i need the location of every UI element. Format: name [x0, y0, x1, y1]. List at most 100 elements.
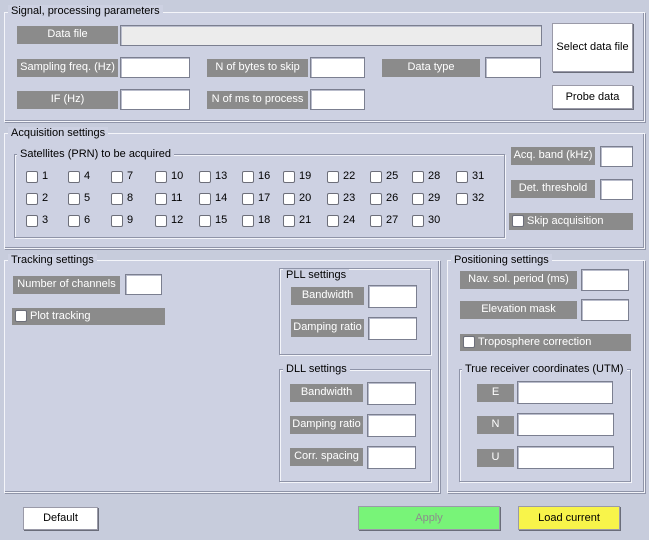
prn-checkbox[interactable]: [111, 215, 123, 227]
prn-checkbox[interactable]: [327, 171, 339, 183]
acquisition-panel-title: Acquisition settings: [8, 127, 109, 139]
probe-data-button[interactable]: Probe data: [552, 85, 633, 109]
prn-checkbox[interactable]: [26, 171, 38, 183]
elevation-mask-input[interactable]: [581, 299, 629, 321]
prn-label: 7: [127, 170, 134, 182]
ms-process-input[interactable]: [310, 89, 365, 110]
prn-label: 9: [127, 214, 134, 226]
prn-checkbox[interactable]: [412, 193, 424, 205]
default-button[interactable]: Default: [23, 507, 98, 530]
prn-checkbox[interactable]: [199, 215, 211, 227]
prn-label: 12: [171, 214, 184, 226]
pll-bandwidth-input[interactable]: [368, 285, 417, 308]
prn-checkbox[interactable]: [370, 193, 382, 205]
prn-label: 8: [127, 192, 134, 204]
prn-checkbox[interactable]: [111, 171, 123, 183]
channels-input[interactable]: [125, 274, 162, 295]
u-input[interactable]: [517, 446, 614, 469]
data-file-label: Data file: [17, 26, 118, 44]
prn-label: 10: [171, 170, 184, 182]
acq-band-input[interactable]: [600, 146, 633, 167]
select-data-file-button[interactable]: Select data file: [552, 23, 633, 72]
plot-tracking-label: Plot tracking: [30, 310, 91, 322]
pll-damping-label: Damping ratio: [291, 319, 364, 337]
prn-label: 25: [386, 170, 399, 182]
prn-label: 24: [343, 214, 356, 226]
troposphere-box[interactable]: [463, 336, 475, 348]
prn-label: 18: [258, 214, 271, 226]
dll-bandwidth-label: Bandwidth: [290, 384, 363, 402]
prn-checkbox[interactable]: [456, 193, 468, 205]
prn-checkbox[interactable]: [111, 193, 123, 205]
data-type-input[interactable]: [485, 57, 541, 78]
prn-checkbox[interactable]: [283, 215, 295, 227]
dll-bandwidth-input[interactable]: [367, 382, 416, 405]
pll-frame-title: PLL settings: [283, 269, 350, 281]
prn-label: 20: [299, 192, 312, 204]
positioning-panel-title: Positioning settings: [451, 254, 552, 266]
prn-checkbox[interactable]: [68, 193, 80, 205]
pll-damping-input[interactable]: [368, 317, 417, 340]
prn-checkbox[interactable]: [242, 193, 254, 205]
u-label: U: [477, 449, 514, 467]
if-input[interactable]: [120, 89, 190, 110]
bytes-skip-label: N of bytes to skip: [207, 59, 308, 77]
data-file-field[interactable]: [120, 25, 542, 46]
signal-panel-title: Signal, processing parameters: [8, 5, 163, 17]
prn-label: 19: [299, 170, 312, 182]
prn-checkbox[interactable]: [370, 171, 382, 183]
prn-checkbox[interactable]: [412, 171, 424, 183]
prn-label: 6: [84, 214, 91, 226]
prn-checkbox[interactable]: [199, 171, 211, 183]
prn-label: 27: [386, 214, 399, 226]
prn-checkbox[interactable]: [68, 171, 80, 183]
tracking-panel-title: Tracking settings: [8, 254, 97, 266]
prn-label: 1: [42, 170, 49, 182]
prn-label: 28: [428, 170, 441, 182]
prn-checkbox[interactable]: [26, 215, 38, 227]
dll-damping-input[interactable]: [367, 414, 416, 437]
data-type-label: Data type: [382, 59, 480, 77]
prn-checkbox[interactable]: [199, 193, 211, 205]
prn-label: 30: [428, 214, 441, 226]
prn-checkbox[interactable]: [155, 215, 167, 227]
sampling-freq-input[interactable]: [120, 57, 190, 78]
prn-checkbox[interactable]: [327, 193, 339, 205]
skip-acquisition-box[interactable]: [512, 215, 524, 227]
prn-checkbox[interactable]: [242, 171, 254, 183]
det-threshold-label: Det. threshold: [511, 180, 595, 198]
prn-checkbox[interactable]: [370, 215, 382, 227]
prn-checkbox[interactable]: [412, 215, 424, 227]
troposphere-checkbox[interactable]: Troposphere correction: [460, 334, 631, 351]
skip-acquisition-checkbox[interactable]: Skip acquisition: [509, 213, 633, 230]
nav-period-input[interactable]: [581, 269, 629, 291]
prn-checkbox[interactable]: [155, 193, 167, 205]
plot-tracking-checkbox[interactable]: Plot tracking: [12, 308, 165, 325]
true-coords-frame-title: True receiver coordinates (UTM): [462, 363, 627, 375]
pll-frame: [279, 268, 431, 355]
prn-checkbox[interactable]: [242, 215, 254, 227]
troposphere-label: Troposphere correction: [478, 336, 592, 348]
dll-corr-input[interactable]: [367, 446, 416, 469]
prn-checkbox[interactable]: [456, 171, 468, 183]
prn-checkbox[interactable]: [26, 193, 38, 205]
dll-damping-label: Damping ratio: [290, 416, 363, 434]
prn-label: 11: [171, 192, 183, 204]
prn-label: 3: [42, 214, 49, 226]
prn-checkbox[interactable]: [283, 193, 295, 205]
prn-checkbox[interactable]: [68, 215, 80, 227]
e-input[interactable]: [517, 381, 613, 404]
prn-label: 26: [386, 192, 399, 204]
bytes-skip-input[interactable]: [310, 57, 365, 78]
load-current-button[interactable]: Load current: [518, 506, 620, 530]
det-threshold-input[interactable]: [600, 179, 633, 200]
prn-checkbox[interactable]: [327, 215, 339, 227]
prn-label: 13: [215, 170, 228, 182]
dll-corr-label: Corr. spacing: [290, 448, 363, 466]
prn-checkbox[interactable]: [283, 171, 295, 183]
n-input[interactable]: [517, 413, 614, 436]
plot-tracking-box[interactable]: [15, 310, 27, 322]
apply-button[interactable]: Apply: [358, 506, 500, 530]
prn-label: 4: [84, 170, 91, 182]
prn-checkbox[interactable]: [155, 171, 167, 183]
